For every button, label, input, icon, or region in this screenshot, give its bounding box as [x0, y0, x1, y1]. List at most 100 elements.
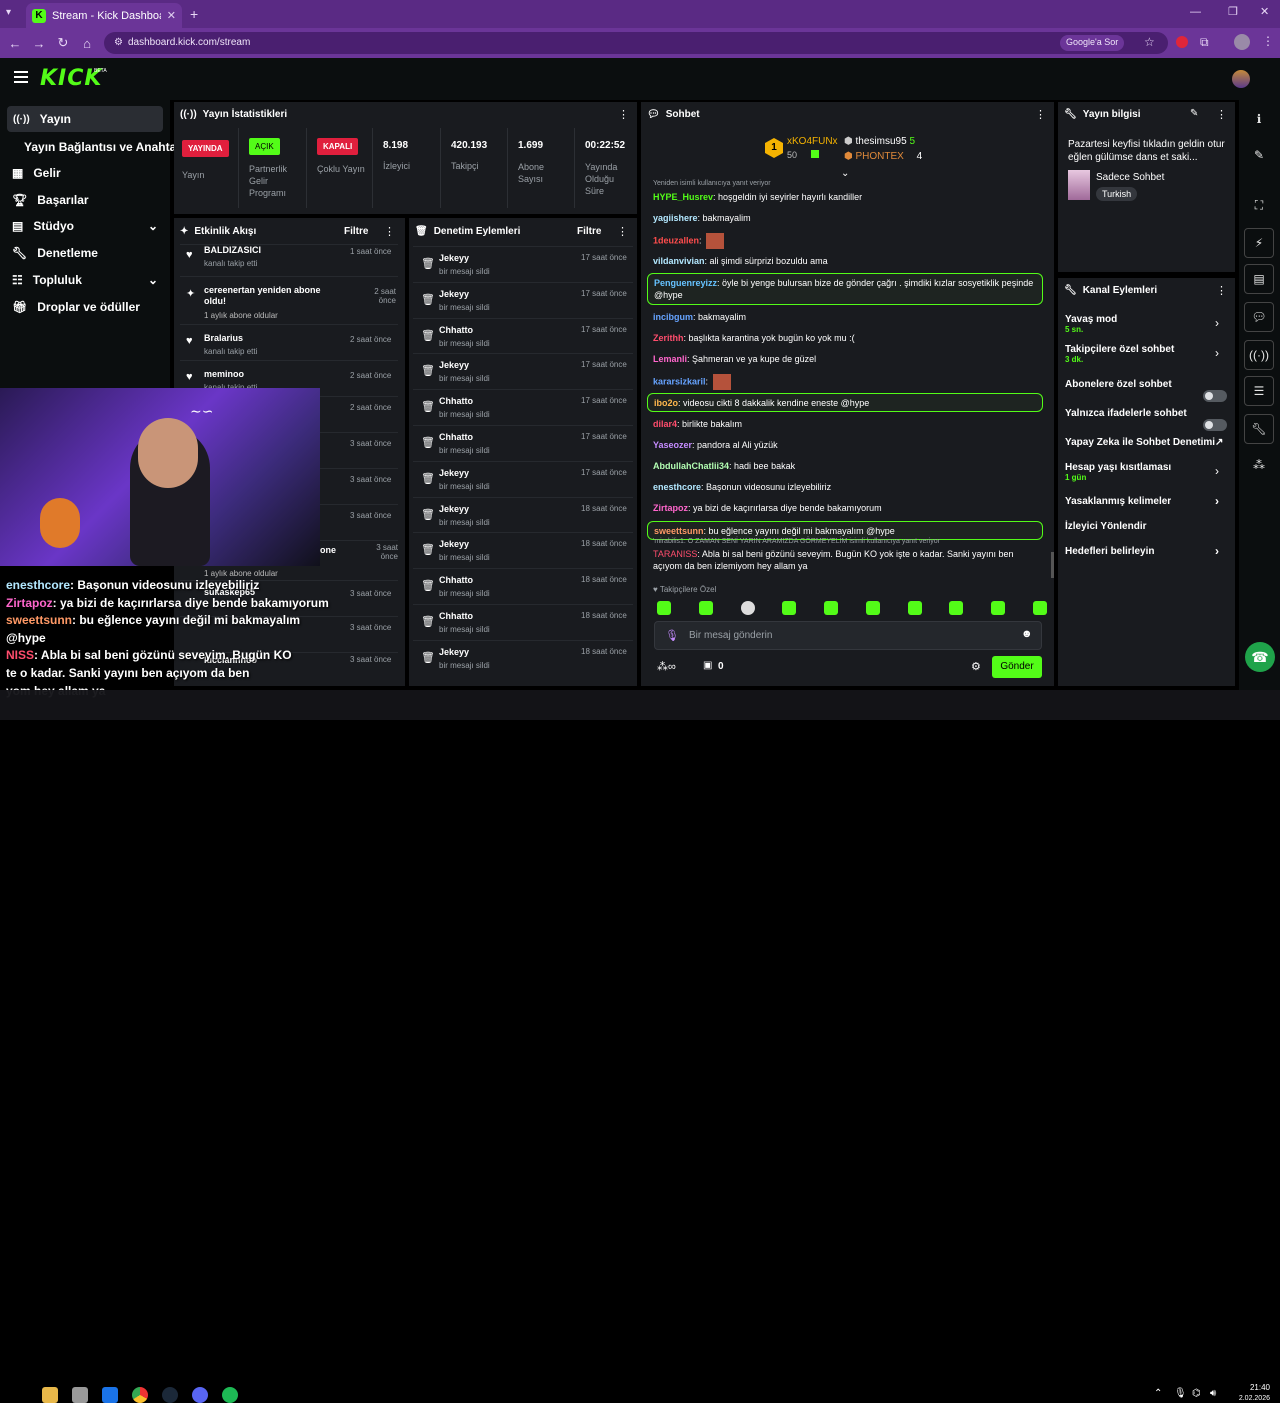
moderator-name[interactable]: Chhatto [439, 325, 473, 335]
channel-action-banned-words[interactable]: Yasaklanmış kelimeler › [1065, 494, 1225, 508]
url-bar[interactable]: ⚙ dashboard.kick.com/stream Google'a Sor… [104, 32, 1168, 54]
emote-icon[interactable] [740, 601, 755, 615]
home-icon[interactable]: ⌂ [78, 34, 96, 52]
chat-icon[interactable]: 💬︎ [1244, 302, 1274, 332]
chat-username[interactable]: Zerithh [653, 333, 684, 343]
channel-action-ai-moderation[interactable]: Yapay Zeka ile Sohbet Denetimi ↗ [1065, 437, 1225, 448]
community-icon[interactable]: ⁂ [1244, 450, 1274, 480]
moderator-name[interactable]: Jekeyy [439, 468, 469, 478]
gifter2-name[interactable]: thesimsu95 [856, 136, 907, 147]
info-icon[interactable]: ℹ [1244, 104, 1274, 134]
bookmark-star-icon[interactable]: ☆ [1144, 35, 1155, 49]
document-icon[interactable]: ▤ [1244, 264, 1274, 294]
emote-icon[interactable] [698, 601, 713, 615]
chat-username[interactable]: dilar4 [653, 419, 677, 429]
emote-icon[interactable] [824, 601, 839, 615]
chat-username[interactable]: Penguenreyizz [654, 278, 717, 288]
channel-action-followers-only[interactable]: Takipçilere özel sohbet 3 dk. › [1065, 344, 1225, 364]
layout-icon[interactable]: ☰ [1244, 376, 1274, 406]
outlook-icon[interactable] [102, 1387, 118, 1403]
chat-username[interactable]: Lemanli [653, 354, 687, 364]
emoji-picker-icon[interactable]: ☻ [1021, 628, 1033, 640]
leaderboard-expand-icon[interactable]: ⌄ [841, 168, 849, 179]
sidebar-item-topluluk[interactable]: ☷ Topluluk ⌄ [12, 273, 158, 287]
channel-action-goals[interactable]: Hedefleri belirleyin › [1065, 544, 1225, 558]
clock-date[interactable]: 2.02.2026 [1226, 1395, 1270, 1402]
edit-icon[interactable]: ✎ [1244, 140, 1274, 170]
chat-username[interactable]: Zirtapoz [653, 503, 688, 513]
moderator-name[interactable]: Chhatto [439, 396, 473, 406]
maximize-icon[interactable]: ❐ [1228, 5, 1238, 18]
moderation-menu-icon[interactable]: ⋮ [617, 225, 628, 238]
sidebar-item-denetleme[interactable]: 🔧︎ Denetleme [12, 246, 98, 260]
network-icon[interactable]: ⌬ [1192, 1388, 1201, 1399]
sidebar-item-yayin[interactable]: ((·)) Yayın [7, 106, 163, 132]
new-tab-icon[interactable]: + [190, 6, 198, 22]
wrench-icon[interactable]: 🔧︎ [1244, 414, 1274, 444]
browser-tab[interactable]: K Stream - Kick Dashboard ✕ [26, 3, 182, 28]
emote-only-toggle[interactable] [1203, 419, 1227, 431]
chat-username[interactable]: 1deuzallen [653, 236, 699, 246]
rewards-icon[interactable]: ▣ [703, 660, 712, 671]
emote-icon[interactable] [991, 601, 1006, 615]
chat-username[interactable]: AbdullahChatlii34 [653, 461, 729, 471]
chat-menu-icon[interactable]: ⋮ [1035, 108, 1046, 121]
chat-username[interactable]: incibgum [653, 312, 693, 322]
tab-search-icon[interactable]: ▾ [6, 7, 20, 21]
stream-info-menu-icon[interactable]: ⋮ [1216, 108, 1227, 121]
profile-avatar[interactable] [1234, 34, 1250, 50]
channel-points-icon[interactable]: ⁂∞ [657, 660, 676, 673]
moderator-name[interactable]: Chhatto [439, 611, 473, 621]
chat-settings-icon[interactable]: ⚙ [971, 660, 981, 673]
support-button[interactable]: ☎ [1245, 642, 1275, 672]
file-explorer-icon[interactable] [42, 1387, 58, 1403]
sidebar-item-stream-key[interactable]: Yayın Bağlantısı ve Anahtarı [24, 140, 184, 154]
emote-icon[interactable] [907, 601, 922, 615]
stats-menu-icon[interactable]: ⋮ [618, 108, 629, 121]
chat-username[interactable]: HYPE_Husrev [653, 192, 713, 202]
chat-username[interactable]: TARANISS [653, 549, 697, 559]
extension-icon[interactable] [1176, 36, 1188, 48]
moderator-name[interactable]: Jekeyy [439, 360, 469, 370]
mic-icon[interactable]: 🎙︎ [1174, 1388, 1187, 1399]
chat-username[interactable]: ibo2o [654, 398, 678, 408]
emote-icon[interactable] [949, 601, 964, 615]
sidebar-item-gelir[interactable]: ▦ Gelir [12, 166, 61, 180]
chat-username[interactable]: Yaseozer [653, 440, 692, 450]
chat-scrollbar[interactable] [1051, 552, 1054, 578]
send-button[interactable]: Gönder [992, 656, 1042, 678]
chat-input[interactable]: 🎙︎ Bir mesaj gönderin ☻ [654, 621, 1042, 650]
chat-username[interactable]: sweettsunn [654, 526, 704, 536]
moderator-name[interactable]: Jekeyy [439, 289, 469, 299]
moderation-filter-button[interactable]: Filtre [577, 226, 601, 237]
google-ask-chip[interactable]: Google'a Sor [1060, 35, 1125, 51]
channel-actions-menu-icon[interactable]: ⋮ [1216, 284, 1227, 297]
channel-action-slow-mode[interactable]: Yavaş mod 5 sn. › [1065, 314, 1225, 334]
spotify-icon[interactable] [222, 1387, 238, 1403]
activity-menu-icon[interactable]: ⋮ [384, 225, 395, 238]
tray-expand-icon[interactable]: ⌃ [1154, 1388, 1162, 1399]
sidebar-item-droplar[interactable]: 🎁︎ Droplar ve ödüller [12, 300, 140, 314]
user-avatar[interactable] [1232, 70, 1250, 88]
moderator-name[interactable]: Jekeyy [439, 504, 469, 514]
emote-icon[interactable] [1032, 601, 1047, 615]
subs-only-toggle[interactable] [1203, 390, 1227, 402]
moderator-name[interactable]: Chhatto [439, 432, 473, 442]
forward-icon[interactable]: → [30, 34, 48, 52]
moderator-name[interactable]: Jekeyy [439, 539, 469, 549]
channel-action-host[interactable]: İzleyici Yönlendir [1065, 521, 1225, 532]
site-info-icon[interactable]: ⚙ [114, 37, 123, 48]
chrome-icon[interactable] [132, 1387, 148, 1403]
app-icon[interactable] [72, 1387, 88, 1403]
moderator-name[interactable]: Jekeyy [439, 647, 469, 657]
back-icon[interactable]: ← [6, 34, 24, 52]
moderator-name[interactable]: Jekeyy [439, 253, 469, 263]
tab-close-icon[interactable]: ✕ [167, 9, 176, 22]
edit-icon[interactable]: ✎ [1190, 108, 1198, 119]
broadcast-icon[interactable]: ((·)) [1244, 340, 1274, 370]
emote-icon[interactable] [865, 601, 880, 615]
chat-username[interactable]: yagiishere [653, 213, 698, 223]
steam-icon[interactable] [162, 1387, 178, 1403]
emote-icon[interactable] [782, 601, 797, 615]
reload-icon[interactable]: ↻ [54, 34, 72, 52]
